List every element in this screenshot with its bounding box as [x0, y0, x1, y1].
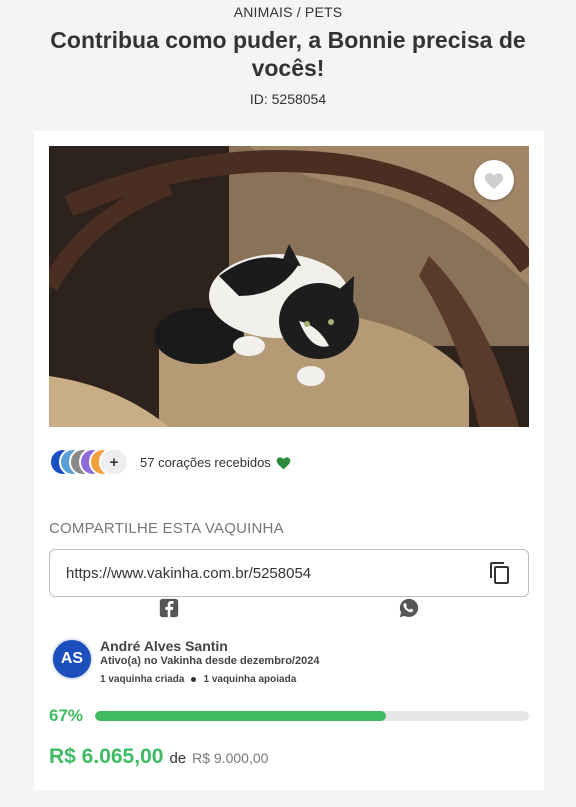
progress-percent: 67% [49, 706, 84, 725]
progress-bar [95, 711, 529, 721]
supporters-row[interactable]: + 57 corações recebidos [49, 446, 292, 478]
progress-fill [95, 711, 386, 721]
copy-icon[interactable] [488, 561, 512, 585]
share-link-field[interactable]: https://www.vakinha.com.br/5258054 [49, 549, 529, 597]
cat-photo-illustration [49, 146, 529, 427]
amounts-row: R$ 6.065,00 de R$ 9.000,00 [49, 745, 268, 769]
supporter-avatars: + [49, 446, 131, 478]
campaign-card: + 57 corações recebidos COMPARTILHE ESTA… [34, 131, 544, 790]
heart-icon [484, 173, 504, 190]
green-heart-icon [275, 455, 292, 470]
campaign-title: Contribua como puder, a Bonnie precisa d… [50, 27, 526, 81]
creator-avatar[interactable]: AS [51, 638, 93, 680]
facebook-icon[interactable] [158, 597, 180, 619]
creator-created-count: 1 vaquinha criada [100, 674, 185, 685]
separator-dot [191, 677, 197, 682]
campaign-id: ID: 5258054 [249, 91, 327, 107]
whatsapp-icon[interactable] [398, 597, 420, 619]
share-url[interactable]: https://www.vakinha.com.br/5258054 [66, 565, 488, 582]
creator-stats: 1 vaquinha criada 1 vaquinha apoiada [100, 674, 296, 685]
campaign-category: ANIMAIS / PETS [233, 4, 343, 20]
share-section-title: COMPARTILHE ESTA VAQUINHA [49, 520, 284, 537]
creator-since: Ativo(a) no Vakinha desde dezembro/2024 [100, 655, 320, 667]
creator-name[interactable]: André Alves Santin [100, 638, 228, 654]
favorite-button[interactable] [474, 160, 514, 200]
amount-goal: R$ 9.000,00 [192, 750, 269, 766]
more-supporters-badge[interactable]: + [99, 448, 129, 476]
hearts-count: 57 corações recebidos [140, 454, 271, 470]
creator-supported-count: 1 vaquinha apoiada [203, 674, 297, 685]
amount-raised: R$ 6.065,00 [49, 745, 164, 768]
amount-of-label: de [169, 750, 187, 767]
campaign-photo [49, 146, 529, 427]
